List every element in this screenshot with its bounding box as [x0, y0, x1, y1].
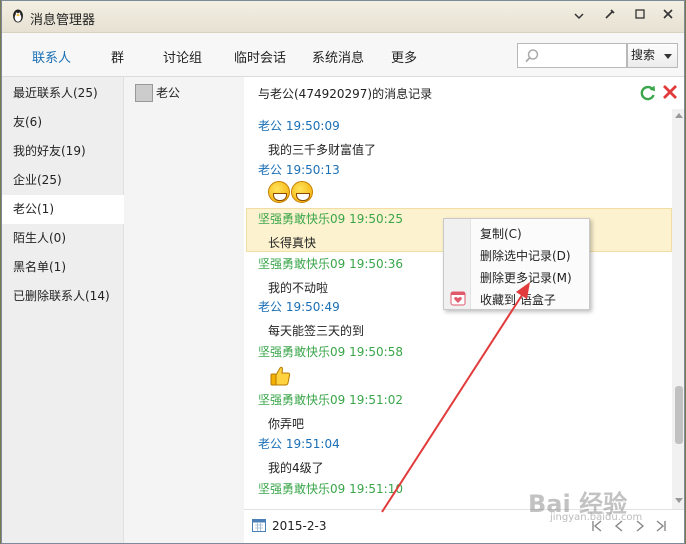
message-header: 坚强勇敢快乐09 19:51:02 [258, 393, 403, 407]
thumbs-up-emoji [270, 366, 291, 386]
message-header: 老公 19:50:09 [258, 119, 340, 133]
message-text[interactable]: 长得真快 [268, 234, 316, 251]
contact-list: 老公 [124, 77, 244, 543]
search-button[interactable]: 搜索 [627, 43, 678, 68]
minimize-icon[interactable] [630, 7, 650, 25]
grin-emoji [268, 181, 314, 206]
search-input[interactable] [517, 43, 627, 68]
refresh-icon[interactable] [639, 84, 657, 102]
tab-groups[interactable]: 群 [111, 47, 124, 66]
grin-emoji-icon [291, 181, 313, 203]
tab-bar: 联系人 群 讨论组 临时会话 系统消息 更多 搜索 [2, 33, 684, 77]
tab-contacts[interactable]: 联系人 [32, 47, 71, 66]
tab-more[interactable]: 更多 [391, 47, 417, 66]
title-bar: 消息管理器 [2, 1, 684, 33]
sidebar-item-blacklist[interactable]: 黑名单(1) [2, 253, 124, 282]
tab-discussion[interactable]: 讨论组 [163, 47, 202, 66]
chat-history: 与老公(474920297)的消息记录 老公 19:50:09 我的三千多财富值… [244, 77, 684, 543]
skin-icon[interactable] [600, 7, 620, 25]
tab-temp-session[interactable]: 临时会话 [234, 47, 286, 66]
calendar-icon[interactable] [251, 517, 267, 533]
close-icon[interactable] [658, 7, 678, 25]
chevron-down-icon[interactable] [569, 7, 589, 25]
search-icon [525, 49, 539, 63]
chevron-down-icon [664, 54, 672, 59]
sidebar-item-strangers[interactable]: 陌生人(0) [2, 224, 124, 253]
message-header: 老公 19:51:04 [258, 437, 340, 451]
menu-item-copy[interactable]: 复制(C) [480, 225, 522, 242]
menu-item-delete-selected[interactable]: 删除选中记录(D) [480, 247, 571, 264]
scroll-thumb[interactable] [675, 386, 683, 444]
sidebar-item-my-friends[interactable]: 我的好友(19) [2, 137, 124, 166]
message-text[interactable]: 我的三千多财富值了 [268, 141, 376, 158]
menu-item-favorite[interactable]: 收藏到 语盒子 [480, 291, 556, 308]
sidebar-item-husband[interactable]: 老公(1) [2, 195, 124, 224]
sidebar-item-recent[interactable]: 最近联系人(25) [2, 79, 124, 108]
sidebar-item-friends[interactable]: 友(6) [2, 108, 124, 137]
scroll-down-icon[interactable] [675, 498, 683, 503]
context-menu: 复制(C) 删除选中记录(D) 删除更多记录(M) 收藏到 语盒子 [443, 218, 590, 310]
heart-box-icon [450, 291, 466, 306]
contact-name: 老公 [156, 86, 181, 100]
menu-item-delete-more[interactable]: 删除更多记录(M) [480, 269, 572, 286]
scroll-up-icon[interactable] [675, 113, 683, 118]
scrollbar[interactable] [672, 109, 684, 509]
last-page-icon[interactable] [654, 519, 668, 533]
chat-title: 与老公(474920297)的消息记录 [258, 87, 433, 101]
message-text[interactable]: 我的4级了 [268, 459, 324, 476]
message-text[interactable]: 你弄吧 [268, 415, 304, 432]
message-header: 坚强勇敢快乐09 19:50:36 [258, 257, 403, 271]
date-display[interactable]: 2015-2-3 [272, 519, 326, 533]
message-header: 坚强勇敢快乐09 19:51:10 [258, 482, 403, 496]
search-button-label: 搜索 [631, 48, 656, 62]
window-title: 消息管理器 [30, 13, 96, 28]
contact-group-list: 最近联系人(25) 友(6) 我的好友(19) 企业(25) 老公(1) 陌生人… [2, 77, 124, 543]
tab-system-messages[interactable]: 系统消息 [312, 47, 364, 66]
delete-icon[interactable] [662, 84, 678, 100]
sidebar-item-enterprise[interactable]: 企业(25) [2, 166, 124, 195]
message-text[interactable]: 我的不动啦 [268, 279, 328, 296]
sidebar-item-deleted[interactable]: 已删除联系人(14) [2, 282, 124, 311]
message-header: 老公 19:50:49 [258, 300, 340, 314]
message-header: 坚强勇敢快乐09 19:50:25 [258, 212, 403, 226]
grin-emoji-icon [268, 181, 290, 203]
avatar [135, 84, 153, 102]
watermark-sub: jingyan.baidu.com [550, 512, 643, 523]
qq-penguin-icon [13, 9, 23, 23]
message-header: 坚强勇敢快乐09 19:50:58 [258, 345, 403, 359]
message-header: 老公 19:50:13 [258, 163, 340, 177]
message-text[interactable]: 每天能签三天的到 [268, 322, 364, 339]
chat-header: 与老公(474920297)的消息记录 [244, 77, 684, 107]
